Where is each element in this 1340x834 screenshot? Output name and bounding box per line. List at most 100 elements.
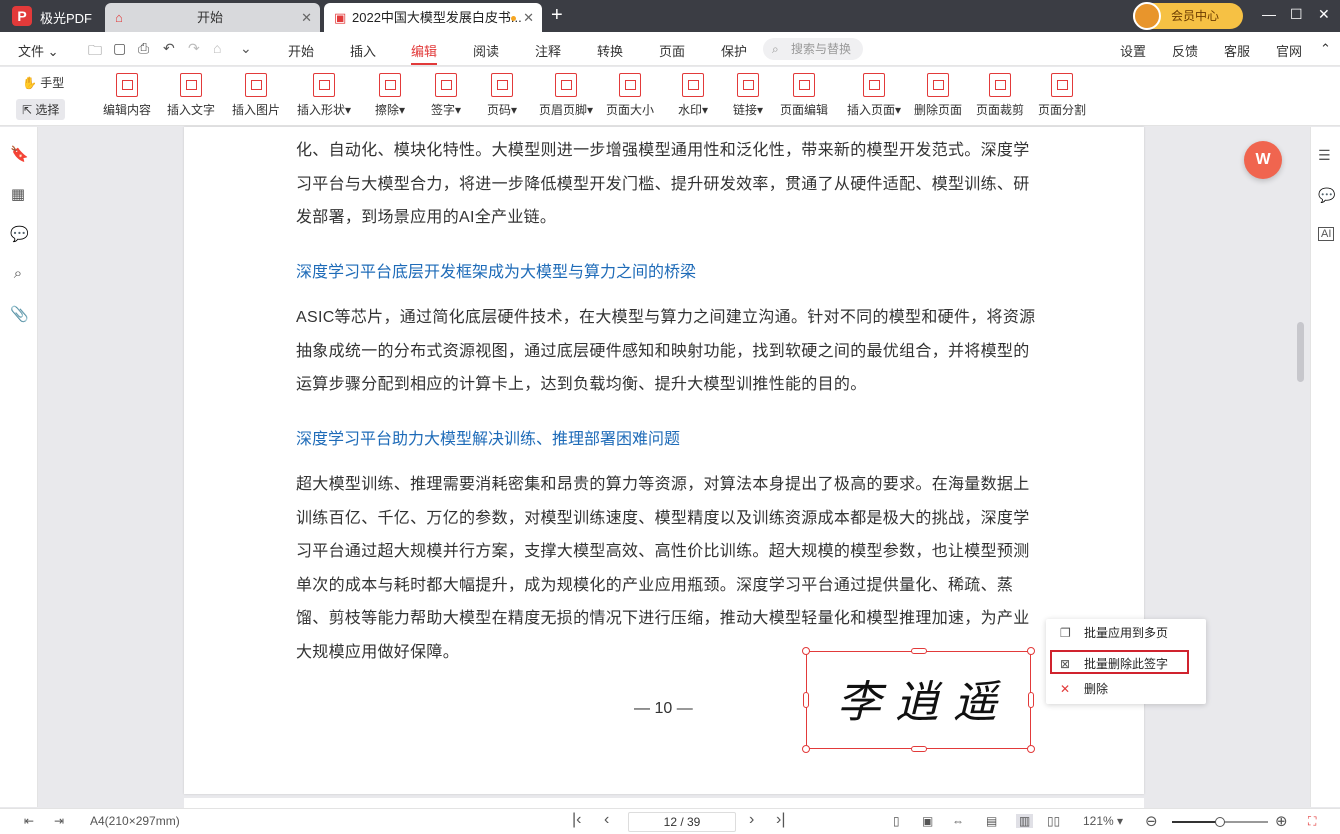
crop-page-icon: [989, 73, 1011, 97]
menu-protect[interactable]: 保护: [721, 41, 747, 60]
two-page-icon[interactable]: ▯▯: [1047, 814, 1060, 828]
select-tool-button[interactable]: ⇱ 选择: [16, 99, 66, 120]
menu-website[interactable]: 官网: [1276, 41, 1302, 60]
resize-handle[interactable]: [911, 648, 927, 654]
page-indicator-input[interactable]: 12 / 39: [628, 812, 736, 832]
signature-selection[interactable]: 李逍遥: [802, 647, 1035, 753]
thumbnails-icon[interactable]: ▦: [10, 185, 26, 203]
search-icon[interactable]: ⌕: [10, 265, 26, 282]
vertical-scrollbar[interactable]: [1297, 322, 1304, 382]
tool-header-footer[interactable]: 页眉页脚▾: [539, 73, 593, 118]
tool-sign[interactable]: 签字▾: [431, 73, 461, 118]
attachment-icon[interactable]: 📎: [10, 305, 29, 323]
zoom-slider-knob[interactable]: [1215, 817, 1225, 827]
split-page-icon: [1051, 73, 1073, 97]
menu-read[interactable]: 阅读: [473, 41, 499, 60]
tool-delete-page[interactable]: 删除页面: [914, 73, 962, 118]
menu-start[interactable]: 开始: [288, 41, 314, 60]
search-input[interactable]: ⌕ 搜索与替换: [763, 38, 863, 60]
prev-panel-icon[interactable]: ⇤: [24, 814, 34, 828]
menu-annotate[interactable]: 注释: [535, 41, 561, 60]
menu-file[interactable]: 文件 ⌄: [18, 41, 59, 60]
menu-feedback[interactable]: 反馈: [1172, 41, 1198, 60]
tool-page-size[interactable]: 页面大小: [606, 73, 654, 118]
maximize-icon[interactable]: ☐: [1290, 6, 1303, 23]
tool-link[interactable]: 链接▾: [733, 73, 763, 118]
ai-icon[interactable]: AI: [1318, 227, 1335, 241]
minimize-icon[interactable]: —: [1262, 6, 1276, 22]
resize-handle[interactable]: [802, 647, 810, 655]
menu-convert[interactable]: 转换: [597, 41, 623, 60]
print-icon[interactable]: ⎙: [138, 40, 149, 57]
close-x-icon: ✕: [1060, 682, 1071, 696]
tool-edit-content[interactable]: 编辑内容: [103, 73, 151, 118]
resize-handle[interactable]: [911, 746, 927, 752]
ai-assistant-button[interactable]: W: [1244, 141, 1282, 179]
edit-content-icon: [116, 73, 138, 97]
zoom-slider[interactable]: [1172, 817, 1268, 827]
new-tab-button[interactable]: +: [551, 4, 563, 27]
tool-erase[interactable]: 擦除▾: [375, 73, 405, 118]
vip-center-button[interactable]: 会员中心: [1133, 2, 1243, 30]
fit-width-icon[interactable]: ⇔: [952, 814, 964, 828]
properties-icon[interactable]: ☰: [1318, 147, 1331, 164]
last-page-icon[interactable]: ›|: [776, 811, 785, 829]
close-icon[interactable]: ✕: [301, 3, 312, 32]
next-page-icon[interactable]: ›: [749, 811, 754, 829]
tool-crop-page[interactable]: 页面裁剪: [976, 73, 1024, 118]
next-panel-icon[interactable]: ⇥: [54, 814, 64, 828]
resize-handle[interactable]: [1028, 692, 1034, 708]
tab-document[interactable]: ▣ 2022中国大模型发展白皮书... ✕: [324, 3, 542, 32]
single-page-icon[interactable]: ▤: [986, 814, 997, 828]
save-icon[interactable]: ▢: [113, 40, 126, 57]
comment-icon[interactable]: 💬: [10, 225, 29, 243]
redo-icon[interactable]: ↷: [188, 40, 200, 57]
chat-icon[interactable]: 💬: [1318, 187, 1335, 204]
zoom-out-icon[interactable]: ⊖: [1145, 812, 1158, 830]
open-folder-icon[interactable]: 🗀: [88, 40, 102, 64]
menu-page[interactable]: 页面: [659, 41, 685, 60]
tool-insert-shape[interactable]: 插入形状▾: [297, 73, 351, 118]
first-page-icon[interactable]: |‹: [572, 811, 581, 829]
hand-tool-button[interactable]: ✋ 手型: [16, 72, 70, 93]
fit-page-icon[interactable]: ▣: [922, 814, 933, 828]
close-window-icon[interactable]: ✕: [1318, 6, 1330, 23]
menu-support[interactable]: 客服: [1224, 41, 1250, 60]
paragraph: 化、自动化、模块化特性。大模型则进一步增强模型通用性和泛化性，带来新的模型开发范…: [296, 142, 1030, 226]
bookmark-icon[interactable]: 🔖: [10, 145, 29, 163]
tool-watermark[interactable]: 水印▾: [678, 73, 708, 118]
fullscreen-icon[interactable]: ⛶: [1308, 814, 1316, 829]
continuous-page-icon[interactable]: ▥: [1016, 814, 1034, 828]
close-icon[interactable]: ✕: [523, 3, 534, 32]
actual-size-icon[interactable]: ▯: [893, 814, 900, 828]
pdf-file-icon: ▣: [334, 10, 347, 25]
tool-insert-image[interactable]: 插入图片: [232, 73, 280, 118]
menu-settings[interactable]: 设置: [1120, 41, 1146, 60]
link-icon: [737, 73, 760, 97]
resize-handle[interactable]: [1027, 745, 1035, 753]
home-icon[interactable]: ⌂: [213, 40, 221, 56]
tab-start[interactable]: ⌂ 开始 ✕: [105, 3, 320, 32]
tool-page-number[interactable]: 页码▾: [487, 73, 517, 118]
zoom-in-icon[interactable]: ⊕: [1275, 812, 1288, 830]
right-sidebar: ☰ 💬 AI: [1310, 127, 1340, 807]
eraser-icon: [379, 73, 402, 97]
tool-page-edit[interactable]: 页面编辑: [780, 73, 828, 118]
prev-page-icon[interactable]: ‹: [604, 811, 609, 829]
tool-insert-text[interactable]: 插入文字: [167, 73, 215, 118]
hand-icon: ✋: [22, 76, 37, 90]
resize-handle[interactable]: [803, 692, 809, 708]
more-chevron-icon[interactable]: ⌄: [240, 40, 252, 57]
tool-insert-page[interactable]: 插入页面▾: [847, 73, 901, 118]
collapse-ribbon-icon[interactable]: ⌃: [1320, 41, 1331, 57]
menu-item-delete[interactable]: ✕ 删除: [1046, 677, 1206, 701]
resize-handle[interactable]: [802, 745, 810, 753]
undo-icon[interactable]: ↶: [163, 40, 175, 57]
zoom-dropdown[interactable]: 121% ▾: [1083, 814, 1123, 828]
menu-item-apply-multiple[interactable]: ❐ 批量应用到多页: [1046, 621, 1206, 645]
menu-item-batch-delete[interactable]: ⊠ 批量删除此签字: [1050, 650, 1189, 674]
menu-edit[interactable]: 编辑: [411, 41, 438, 65]
resize-handle[interactable]: [1027, 647, 1035, 655]
tool-split-page[interactable]: 页面分割: [1038, 73, 1086, 118]
menu-insert[interactable]: 插入: [350, 41, 376, 60]
